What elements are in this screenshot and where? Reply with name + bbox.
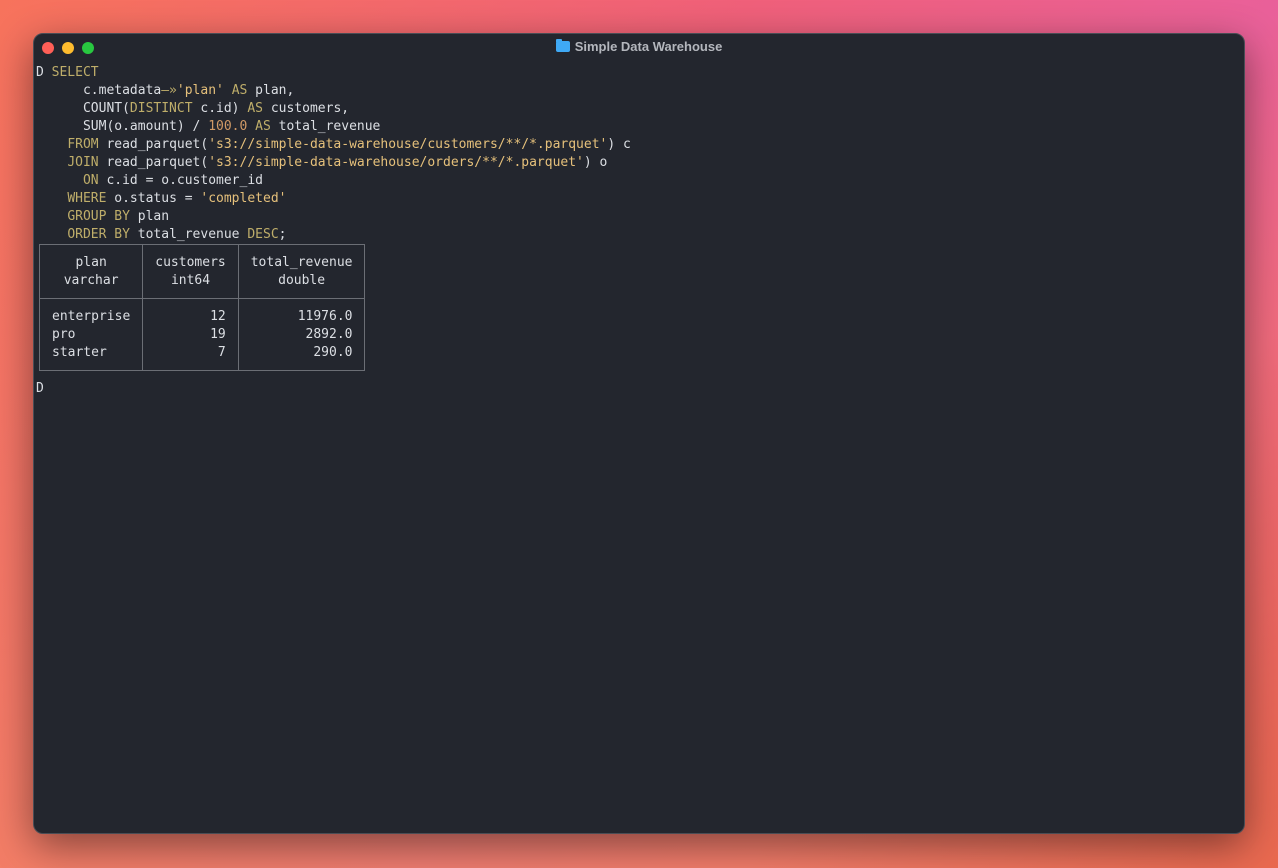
sql-text: o.status = xyxy=(106,191,201,206)
sql-keyword: DISTINCT xyxy=(129,101,193,116)
table-cell: starter xyxy=(52,345,107,360)
sql-keyword: AS xyxy=(247,101,263,116)
column-header-plan: plan varchar xyxy=(38,244,144,299)
query-line: FROM read_parquet('s3://simple-data-ware… xyxy=(36,136,1244,154)
query-line: D SELECT xyxy=(36,64,1244,82)
table-cell: pro xyxy=(52,327,76,342)
sql-query: D SELECT c.metadata—»'plan' AS plan, COU… xyxy=(36,64,1244,244)
window-title: Simple Data Warehouse xyxy=(34,39,1244,55)
sql-keyword: SELECT xyxy=(51,65,99,80)
sql-string: 's3://simple-data-warehouse/customers/**… xyxy=(208,137,608,152)
sql-keyword: AS xyxy=(231,83,248,98)
title-bar[interactable]: Simple Data Warehouse xyxy=(34,34,1244,60)
query-line: ON c.id = o.customer_id xyxy=(36,172,1244,190)
sql-string: 'completed' xyxy=(200,191,287,206)
sql-text: c.metadata xyxy=(36,83,162,98)
sql-text: SUM(o.amount) / xyxy=(36,119,209,134)
sql-text: D xyxy=(36,65,52,80)
sql-keyword: JOIN xyxy=(67,155,99,170)
sql-keyword: —» xyxy=(161,83,177,98)
column-header-total-revenue: total_revenuedouble xyxy=(237,244,366,299)
terminal-window: Simple Data Warehouse D SELECT c.metadat… xyxy=(33,33,1245,834)
sql-text: ; xyxy=(278,227,287,242)
column-values-customers: 12 19 7 xyxy=(142,298,239,371)
table-cell: 7 xyxy=(217,345,226,360)
sql-text: COUNT( xyxy=(36,101,130,116)
terminal-output[interactable]: D SELECT c.metadata—»'plan' AS plan, COU… xyxy=(36,64,1244,398)
next-prompt[interactable]: D xyxy=(36,380,1244,398)
sql-text: ) o xyxy=(583,155,608,170)
column-type: double xyxy=(278,273,326,288)
query-line: GROUP BY plan xyxy=(36,208,1244,226)
query-line: ORDER BY total_revenue DESC; xyxy=(36,226,1244,244)
sql-string: 's3://simple-data-warehouse/orders/**/*.… xyxy=(208,155,584,170)
sql-keyword: GROUP BY xyxy=(67,209,130,224)
table-cell: 19 xyxy=(210,327,226,342)
sql-text: c.id) xyxy=(192,101,248,116)
query-line: JOIN read_parquet('s3://simple-data-ware… xyxy=(36,154,1244,172)
result-header-row: plan varchar customers int64 total_revenuedo… xyxy=(38,244,366,299)
column-name: total_revenue xyxy=(250,255,353,270)
sql-keyword: WHERE xyxy=(67,191,107,206)
table-cell: 2892.0 xyxy=(305,327,353,342)
sql-text: read_parquet( xyxy=(98,137,209,152)
sql-text: customers, xyxy=(263,101,350,116)
query-line: SUM(o.amount) / 100.0 AS total_revenue xyxy=(36,118,1244,136)
sql-keyword: ORDER BY xyxy=(67,227,130,242)
column-type: varchar xyxy=(63,273,119,288)
table-cell: 11976.0 xyxy=(297,309,353,324)
sql-text: read_parquet( xyxy=(98,155,209,170)
column-type: int64 xyxy=(170,273,211,288)
column-values-plan: enterprise pro starter xyxy=(38,298,144,371)
sql-text: total_revenue xyxy=(270,119,381,134)
sql-keyword: DESC xyxy=(247,227,279,242)
window-title-text: Simple Data Warehouse xyxy=(574,39,723,54)
table-cell: 290.0 xyxy=(313,345,353,360)
sql-text: plan xyxy=(129,209,170,224)
column-values-total-revenue: 11976.0 2892.0 290.0 xyxy=(237,298,366,371)
column-name: plan xyxy=(75,255,107,270)
sql-text: ) c xyxy=(607,137,631,152)
result-table: plan varchar customers int64 total_revenuedo… xyxy=(38,244,366,371)
folder-icon xyxy=(555,39,570,52)
sql-keyword: AS xyxy=(255,119,271,134)
sql-text: plan, xyxy=(247,83,295,98)
sql-keyword: ON xyxy=(82,173,99,188)
sql-text: total_revenue xyxy=(129,227,248,242)
query-line: COUNT(DISTINCT c.id) AS customers, xyxy=(36,100,1244,118)
query-line: c.metadata—»'plan' AS plan, xyxy=(36,82,1244,100)
sql-keyword: FROM xyxy=(67,137,99,152)
table-cell: enterprise xyxy=(52,309,131,324)
sql-string: 'plan' xyxy=(176,83,224,98)
query-line: WHERE o.status = 'completed' xyxy=(36,190,1244,208)
sql-number: 100.0 xyxy=(208,119,248,134)
column-header-customers: customers int64 xyxy=(142,244,239,299)
sql-text: c.id = o.customer_id xyxy=(98,173,263,188)
column-name: customers xyxy=(155,255,226,270)
table-cell: 12 xyxy=(210,309,226,324)
result-body-row: enterprise pro starter 12 19 7 11976.0 2892.0 29… xyxy=(38,298,366,371)
